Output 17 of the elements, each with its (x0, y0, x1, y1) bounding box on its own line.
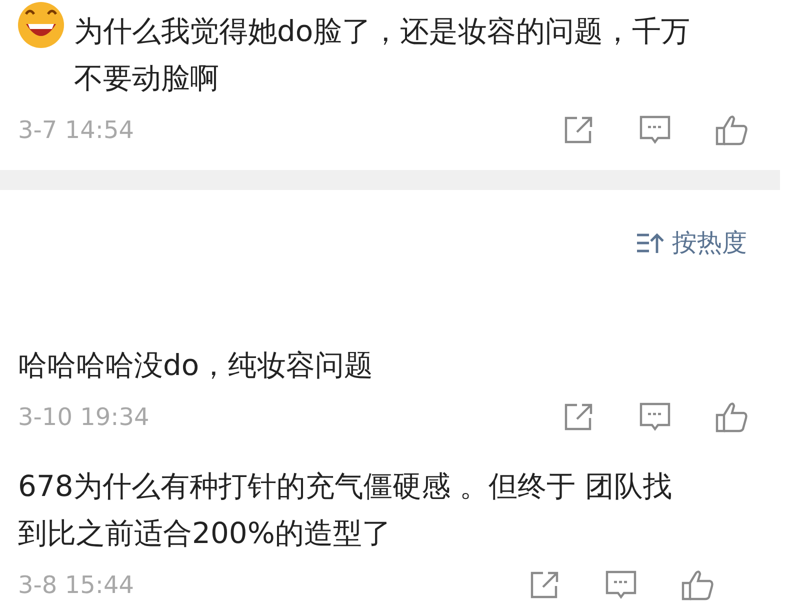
share-icon[interactable] (563, 402, 595, 432)
comment-text: 哈哈哈哈没do，纯妆容问题 (18, 346, 374, 384)
thumbs-up-icon[interactable] (715, 114, 749, 146)
comment-time: 3-7 14:54 (18, 115, 134, 146)
comment-text: 为什么我觉得她do脸了，还是妆容的问题，千万不要动脸啊 (74, 13, 692, 97)
thumbs-up-icon[interactable] (715, 400, 749, 432)
comment-time: 3-10 19:34 (18, 402, 150, 432)
thumbs-up-icon[interactable] (681, 568, 715, 600)
comment-icon[interactable] (605, 570, 637, 600)
sort-icon (636, 232, 664, 254)
comment-icon[interactable] (639, 402, 671, 432)
share-icon[interactable] (563, 115, 595, 145)
sort-by-popularity-button[interactable]: 按热度 (636, 224, 747, 262)
comment-time: 3-8 15:44 (18, 570, 134, 600)
share-icon[interactable] (529, 570, 561, 600)
comment-text: 678为什么有种打针的充气僵硬感 。但终于 团队找到比之前适合200%的造型了 (18, 468, 673, 552)
comment-icon[interactable] (639, 115, 671, 145)
